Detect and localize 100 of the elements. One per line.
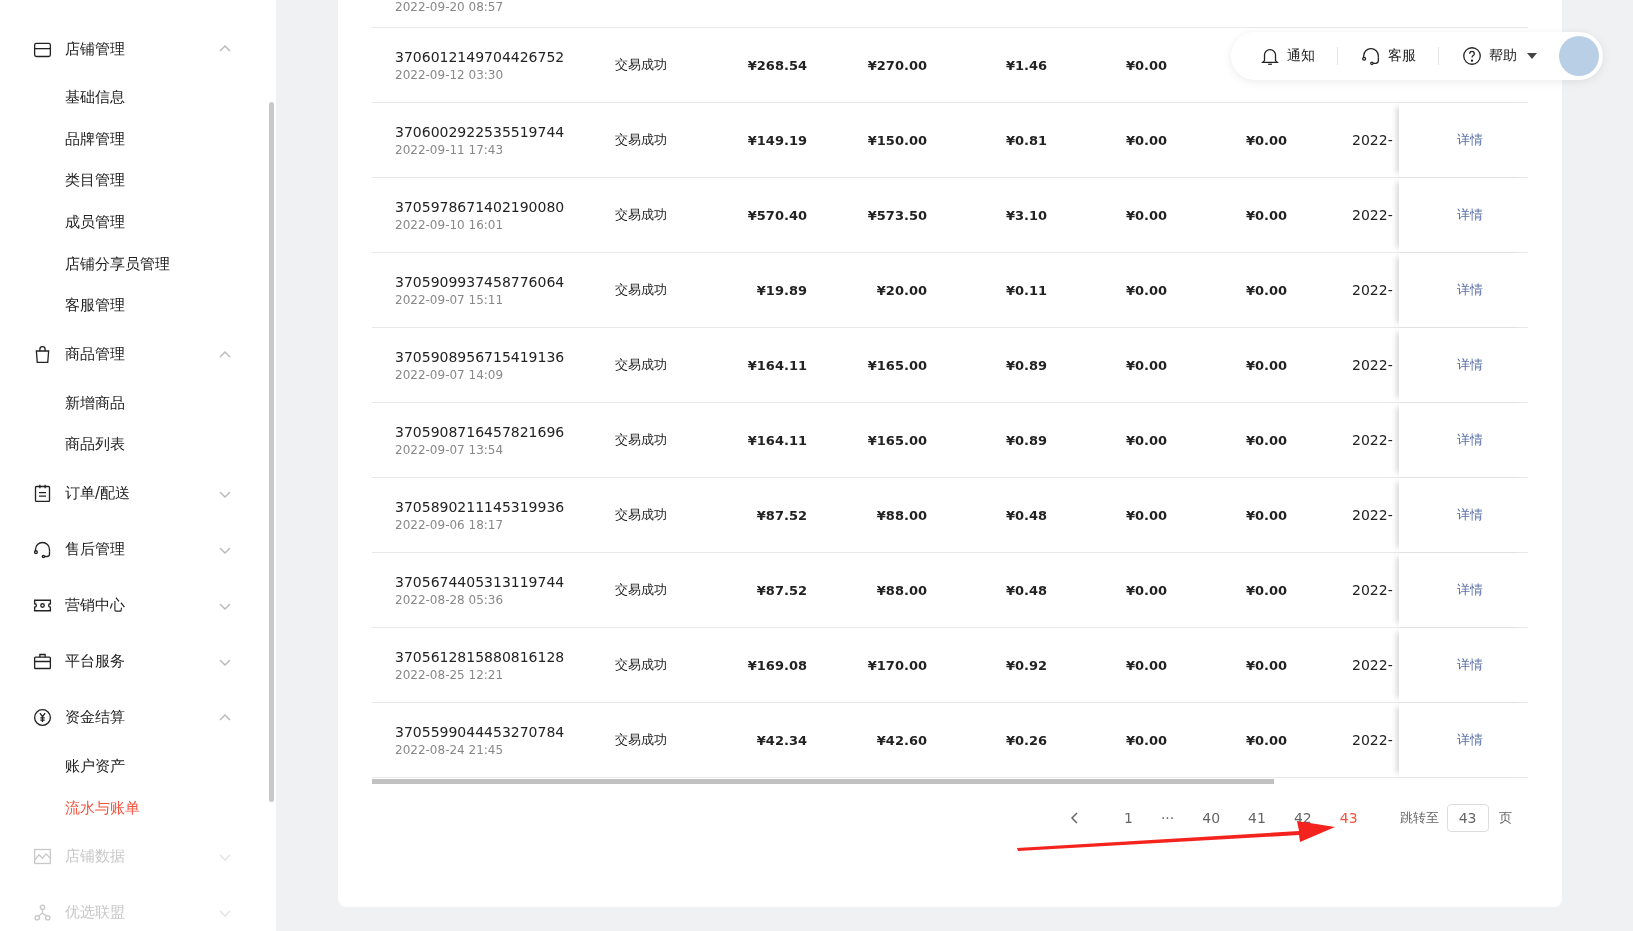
sidebar-item[interactable]: 成员管理: [0, 201, 276, 244]
order-time: 2022-09-12 03:30: [395, 67, 505, 82]
date-cell-text: 2022-: [1351, 207, 1394, 223]
sidebar-group[interactable]: 平台服务: [0, 633, 276, 690]
amount-cell-text: ¥0.92: [1004, 657, 1048, 673]
date-cell-text: 2022-: [1351, 357, 1394, 373]
order-id: 3705612815880816128: [395, 648, 566, 665]
amount-cell-text: ¥573.50: [866, 207, 928, 223]
order-status: 交易成功: [614, 581, 668, 599]
order-id: 3706002922535519744: [395, 123, 566, 140]
amount-cell-text: ¥164.11: [746, 432, 808, 448]
sidebar-item[interactable]: 账户资产: [0, 745, 276, 788]
sidebar-item[interactable]: 类目管理: [0, 160, 276, 202]
order-time: 2022-09-07 14:09: [395, 367, 505, 382]
page-number[interactable]: 42: [1293, 810, 1312, 826]
page-number[interactable]: 1: [1124, 810, 1133, 826]
sidebar-group[interactable]: 订单/配送: [0, 465, 276, 522]
details-link[interactable]: 详情: [1444, 281, 1483, 299]
details-link[interactable]: 详情: [1444, 131, 1483, 149]
order-time: 2022-08-25 12:21: [395, 667, 505, 682]
sidebar-group[interactable]: 资金结算: [0, 689, 276, 746]
amount-cell-text: ¥3.10: [1004, 207, 1048, 223]
order-status: 交易成功: [614, 356, 668, 374]
date-cell-text: 2022-: [1351, 657, 1394, 673]
sidebar-group[interactable]: 商品管理: [0, 326, 276, 383]
amount-cell-text: ¥42.34: [755, 732, 808, 748]
order-id: 3706012149704426752: [395, 48, 566, 65]
details-link[interactable]: 详情: [1444, 356, 1483, 374]
details-link[interactable]: 详情: [1444, 656, 1483, 674]
amount-cell-text: ¥0.00: [1244, 732, 1288, 748]
page-suffix: 页: [1498, 809, 1512, 827]
amount-cell-text: ¥169.08: [746, 657, 808, 673]
amount-cell-text: ¥0.81: [1004, 132, 1048, 148]
date-cell-text: 2022-: [1351, 582, 1394, 598]
amount-cell-text: ¥87.52: [755, 582, 808, 598]
order-time: 2022-09-07 13:54: [395, 442, 505, 457]
amount-cell-text: ¥149.19: [746, 132, 808, 148]
sidebar-item[interactable]: 客服管理: [0, 284, 276, 327]
order-time: 2022-09-11 17:43: [395, 142, 505, 157]
sidebar-group[interactable]: 售后管理: [0, 521, 276, 578]
sidebar-item[interactable]: 新增商品: [0, 382, 276, 425]
page-input[interactable]: 43: [1446, 804, 1489, 832]
amount-cell-text: ¥0.00: [1244, 507, 1288, 523]
order-status: 交易成功: [614, 206, 668, 224]
page-number[interactable]: 40: [1202, 810, 1221, 826]
order-time: 2022-09-06 18:17: [395, 517, 505, 532]
amount-cell-text: ¥0.89: [1004, 432, 1048, 448]
amount-cell-text: ¥570.40: [746, 207, 808, 223]
header-button[interactable]: 客服: [1360, 45, 1416, 67]
details-link[interactable]: 详情: [1444, 506, 1483, 524]
amount-cell-text: ¥0.48: [1004, 507, 1048, 523]
headset-icon: [32, 539, 53, 561]
date-cell-text: 2022-: [1351, 507, 1394, 523]
details-link[interactable]: 详情: [1444, 431, 1483, 449]
amount-cell-text: ¥0.00: [1244, 282, 1288, 298]
header-button[interactable]: 帮助: [1461, 45, 1537, 67]
sidebar-item[interactable]: 基础信息: [0, 77, 276, 119]
scrollbar[interactable]: [269, 102, 274, 802]
network-icon: [32, 902, 53, 924]
avatar[interactable]: [1559, 36, 1599, 76]
amount-cell-text: ¥20.00: [875, 282, 928, 298]
amount-cell-text: ¥165.00: [866, 357, 928, 373]
amount-cell-text: ¥0.00: [1244, 657, 1288, 673]
details-link[interactable]: 详情: [1444, 581, 1483, 599]
amount-cell-text: ¥270.00: [866, 57, 928, 73]
amount-cell-text: ¥0.00: [1124, 57, 1168, 73]
page-number[interactable]: 41: [1248, 810, 1266, 826]
sidebar-item[interactable]: 流水与账单: [0, 787, 276, 829]
details-link[interactable]: 详情: [1444, 731, 1483, 749]
order-status: 交易成功: [614, 431, 668, 449]
horizontal-scrollbar[interactable]: [372, 779, 1274, 784]
amount-cell-text: ¥0.00: [1244, 207, 1288, 223]
amount-cell-text: ¥0.00: [1124, 132, 1168, 148]
order-id: 3705890211145319936: [395, 498, 566, 515]
order-id: 3705908716457821696: [395, 423, 566, 440]
order-time: 2022-08-24 21:45: [395, 742, 505, 757]
amount-cell-text: ¥268.54: [746, 57, 808, 73]
sidebar-group[interactable]: 营销中心: [0, 577, 276, 634]
sidebar-item[interactable]: 商品列表: [0, 424, 276, 466]
amount-cell-text: ¥88.00: [875, 507, 928, 523]
header-button[interactable]: 通知: [1259, 45, 1315, 67]
order-status: 交易成功: [614, 131, 668, 149]
page-number[interactable]: ···: [1160, 810, 1175, 826]
order-time: 2022-09-10 16:01: [395, 217, 505, 232]
details-link[interactable]: 详情: [1444, 206, 1483, 224]
amount-cell-text: ¥170.00: [866, 657, 928, 673]
amount-cell-text: ¥0.00: [1244, 432, 1288, 448]
date-cell-text: 2022-: [1351, 732, 1394, 748]
order-time: 2022-08-28 05:36: [395, 592, 505, 607]
amount-cell-text: ¥19.89: [755, 282, 808, 298]
amount-cell-text: ¥164.11: [746, 357, 808, 373]
help-icon: [1461, 45, 1483, 67]
sidebar-item[interactable]: 品牌管理: [0, 118, 276, 161]
amount-cell-text: ¥0.26: [1004, 732, 1048, 748]
sidebar-item[interactable]: 店铺分享员管理: [0, 243, 276, 285]
clipboard-icon: [32, 483, 53, 505]
amount-cell-text: ¥0.00: [1124, 432, 1168, 448]
sidebar-group[interactable]: 店铺管理: [0, 21, 276, 77]
amount-cell-text: ¥150.00: [866, 132, 928, 148]
amount-cell-text: ¥0.48: [1004, 582, 1048, 598]
